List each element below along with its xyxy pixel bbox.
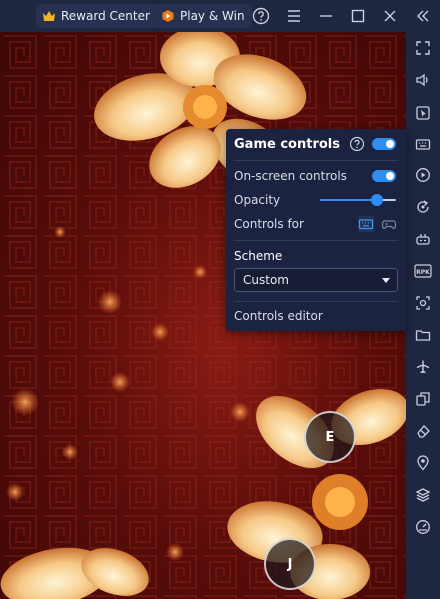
key-j-button[interactable]: J [264,538,316,590]
right-sidebar: RPK [406,32,440,599]
pointer-icon[interactable] [412,102,434,124]
scheme-row: Scheme [234,247,398,265]
multi-instance-icon[interactable] [412,388,434,410]
game-controls-panel: Game controls On-screen controls Opacity… [226,129,406,331]
menu-icon[interactable] [284,6,304,26]
scheme-value: Custom [243,273,289,287]
opacity-slider-fill [320,199,377,201]
keyboard-icon[interactable] [412,133,434,155]
macro-play-icon[interactable] [412,164,434,186]
key-e-label: E [325,429,335,445]
apk-label: RPK [416,269,430,276]
collapse-sidebar-icon[interactable] [413,6,433,26]
key-j-label: J [287,556,293,572]
layers-icon[interactable] [412,484,434,506]
fullscreen-icon[interactable] [412,37,434,59]
on-screen-controls-label: On-screen controls [234,169,347,183]
minimize-icon[interactable] [316,6,336,26]
on-screen-controls-toggle[interactable] [372,170,396,182]
chevron-down-icon [382,278,390,283]
game-controls-toggle[interactable] [372,138,396,150]
opacity-slider-thumb[interactable] [371,194,383,206]
divider [234,160,398,161]
controls-editor-label: Controls editor [234,309,323,323]
crown-icon [43,11,55,21]
volume-icon[interactable] [412,69,434,91]
rotate-icon[interactable] [412,196,434,218]
play-win-icon [162,10,174,22]
apk-icon[interactable]: RPK [412,260,434,282]
gamepad-mode-icon[interactable] [381,216,397,232]
scheme-select[interactable]: Custom [234,268,398,292]
help-icon[interactable] [349,136,365,152]
screenshot-icon[interactable] [412,292,434,314]
opacity-label: Opacity [234,193,281,207]
keyboard-mode-icon[interactable] [358,216,374,232]
folder-icon[interactable] [412,324,434,346]
controls-editor-button[interactable]: Controls editor [234,307,398,325]
divider [234,240,398,241]
maximize-icon[interactable] [348,6,368,26]
scheme-label: Scheme [234,249,283,263]
opacity-slider[interactable] [320,192,396,208]
reward-center-label: Reward Center [61,9,150,23]
divider [234,301,398,302]
controls-for-label: Controls for [234,217,304,231]
play-win-label: Play & Win [180,9,245,23]
reward-center-button[interactable]: Reward Center [36,4,157,28]
eraser-icon[interactable] [412,420,434,442]
game-controls-title: Game controls [234,136,340,152]
gamepad-icon[interactable] [412,228,434,250]
speed-icon[interactable] [412,516,434,538]
key-e-button[interactable]: E [304,411,356,463]
location-icon[interactable] [412,452,434,474]
title-bar: Reward Center Play & Win [0,0,440,32]
airplane-icon[interactable] [412,356,434,378]
play-win-button[interactable]: Play & Win [155,4,252,28]
close-icon[interactable] [380,6,400,26]
help-icon[interactable] [251,6,271,26]
